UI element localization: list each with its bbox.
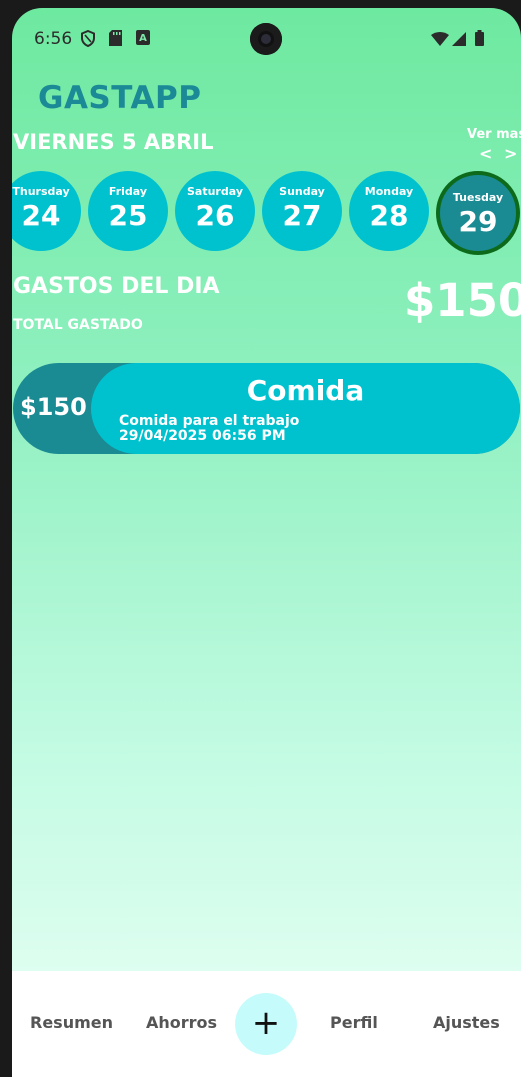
day-friday[interactable]: Friday 25 [88,171,168,251]
battery-icon [475,30,484,46]
nav-ajustes[interactable]: Ajustes [433,1013,500,1032]
day-name: Tuesday [452,191,504,204]
day-monday[interactable]: Monday 28 [349,171,429,251]
daily-expenses-title: GASTOS DEL DIA [13,274,220,299]
day-saturday[interactable]: Saturday 26 [175,171,255,251]
day-tuesday-selected[interactable]: Tuesday 29 [436,171,520,255]
current-date-label: VIERNES 5 ABRIL [13,130,214,154]
day-number: 29 [458,205,498,238]
nav-resumen[interactable]: Resumen [30,1013,113,1032]
day-thursday[interactable]: Thursday 24 [12,171,81,251]
status-time: 6:56 [34,29,73,49]
day-name: Sunday [279,185,325,198]
shield-icon [81,30,95,47]
front-camera [250,23,282,55]
nav-ahorros[interactable]: Ahorros [146,1013,217,1032]
day-name: Friday [108,185,148,198]
day-number: 26 [195,199,235,232]
day-name: Monday [364,185,414,198]
see-more-link[interactable]: Ver mas [467,127,521,142]
nav-perfil[interactable]: Perfil [330,1013,378,1032]
date-nav-arrows[interactable]: < > [479,144,520,163]
app-screen: 6:56 A GASTAPP VIERNES 5 ABRIL Ver mas <… [12,8,521,1077]
day-number: 28 [369,199,409,232]
day-name: Thursday [12,185,70,198]
expense-description: Comida para el trabajo [119,413,300,429]
day-number: 25 [108,199,148,232]
total-spent-label: TOTAL GASTADO [13,317,143,333]
total-spent-value: $150 [404,274,521,327]
bottom-navigation: Resumen Ahorros + Perfil Ajustes [12,971,521,1077]
app-title: GASTAPP [38,80,202,116]
expense-card[interactable]: $150 Comida Comida para el trabajo 29/04… [13,363,520,454]
day-number: 27 [282,199,322,232]
expense-datetime: 29/04/2025 06:56 PM [119,428,286,444]
sd-card-icon [109,30,122,46]
plus-icon: + [251,1003,281,1043]
svg-text:A: A [139,33,147,44]
day-name: Saturday [187,185,243,198]
status-bar: 6:56 A [12,8,521,72]
day-sunday[interactable]: Sunday 27 [262,171,342,251]
add-expense-button[interactable]: + [235,993,297,1055]
expense-details: Comida Comida para el trabajo 29/04/2025… [91,363,520,454]
text-a-icon: A [136,30,150,45]
signal-icon [452,32,466,46]
wifi-icon [431,32,449,46]
day-number: 24 [21,199,61,232]
expense-category: Comida [246,374,365,407]
expense-amount: $150 [20,393,87,421]
